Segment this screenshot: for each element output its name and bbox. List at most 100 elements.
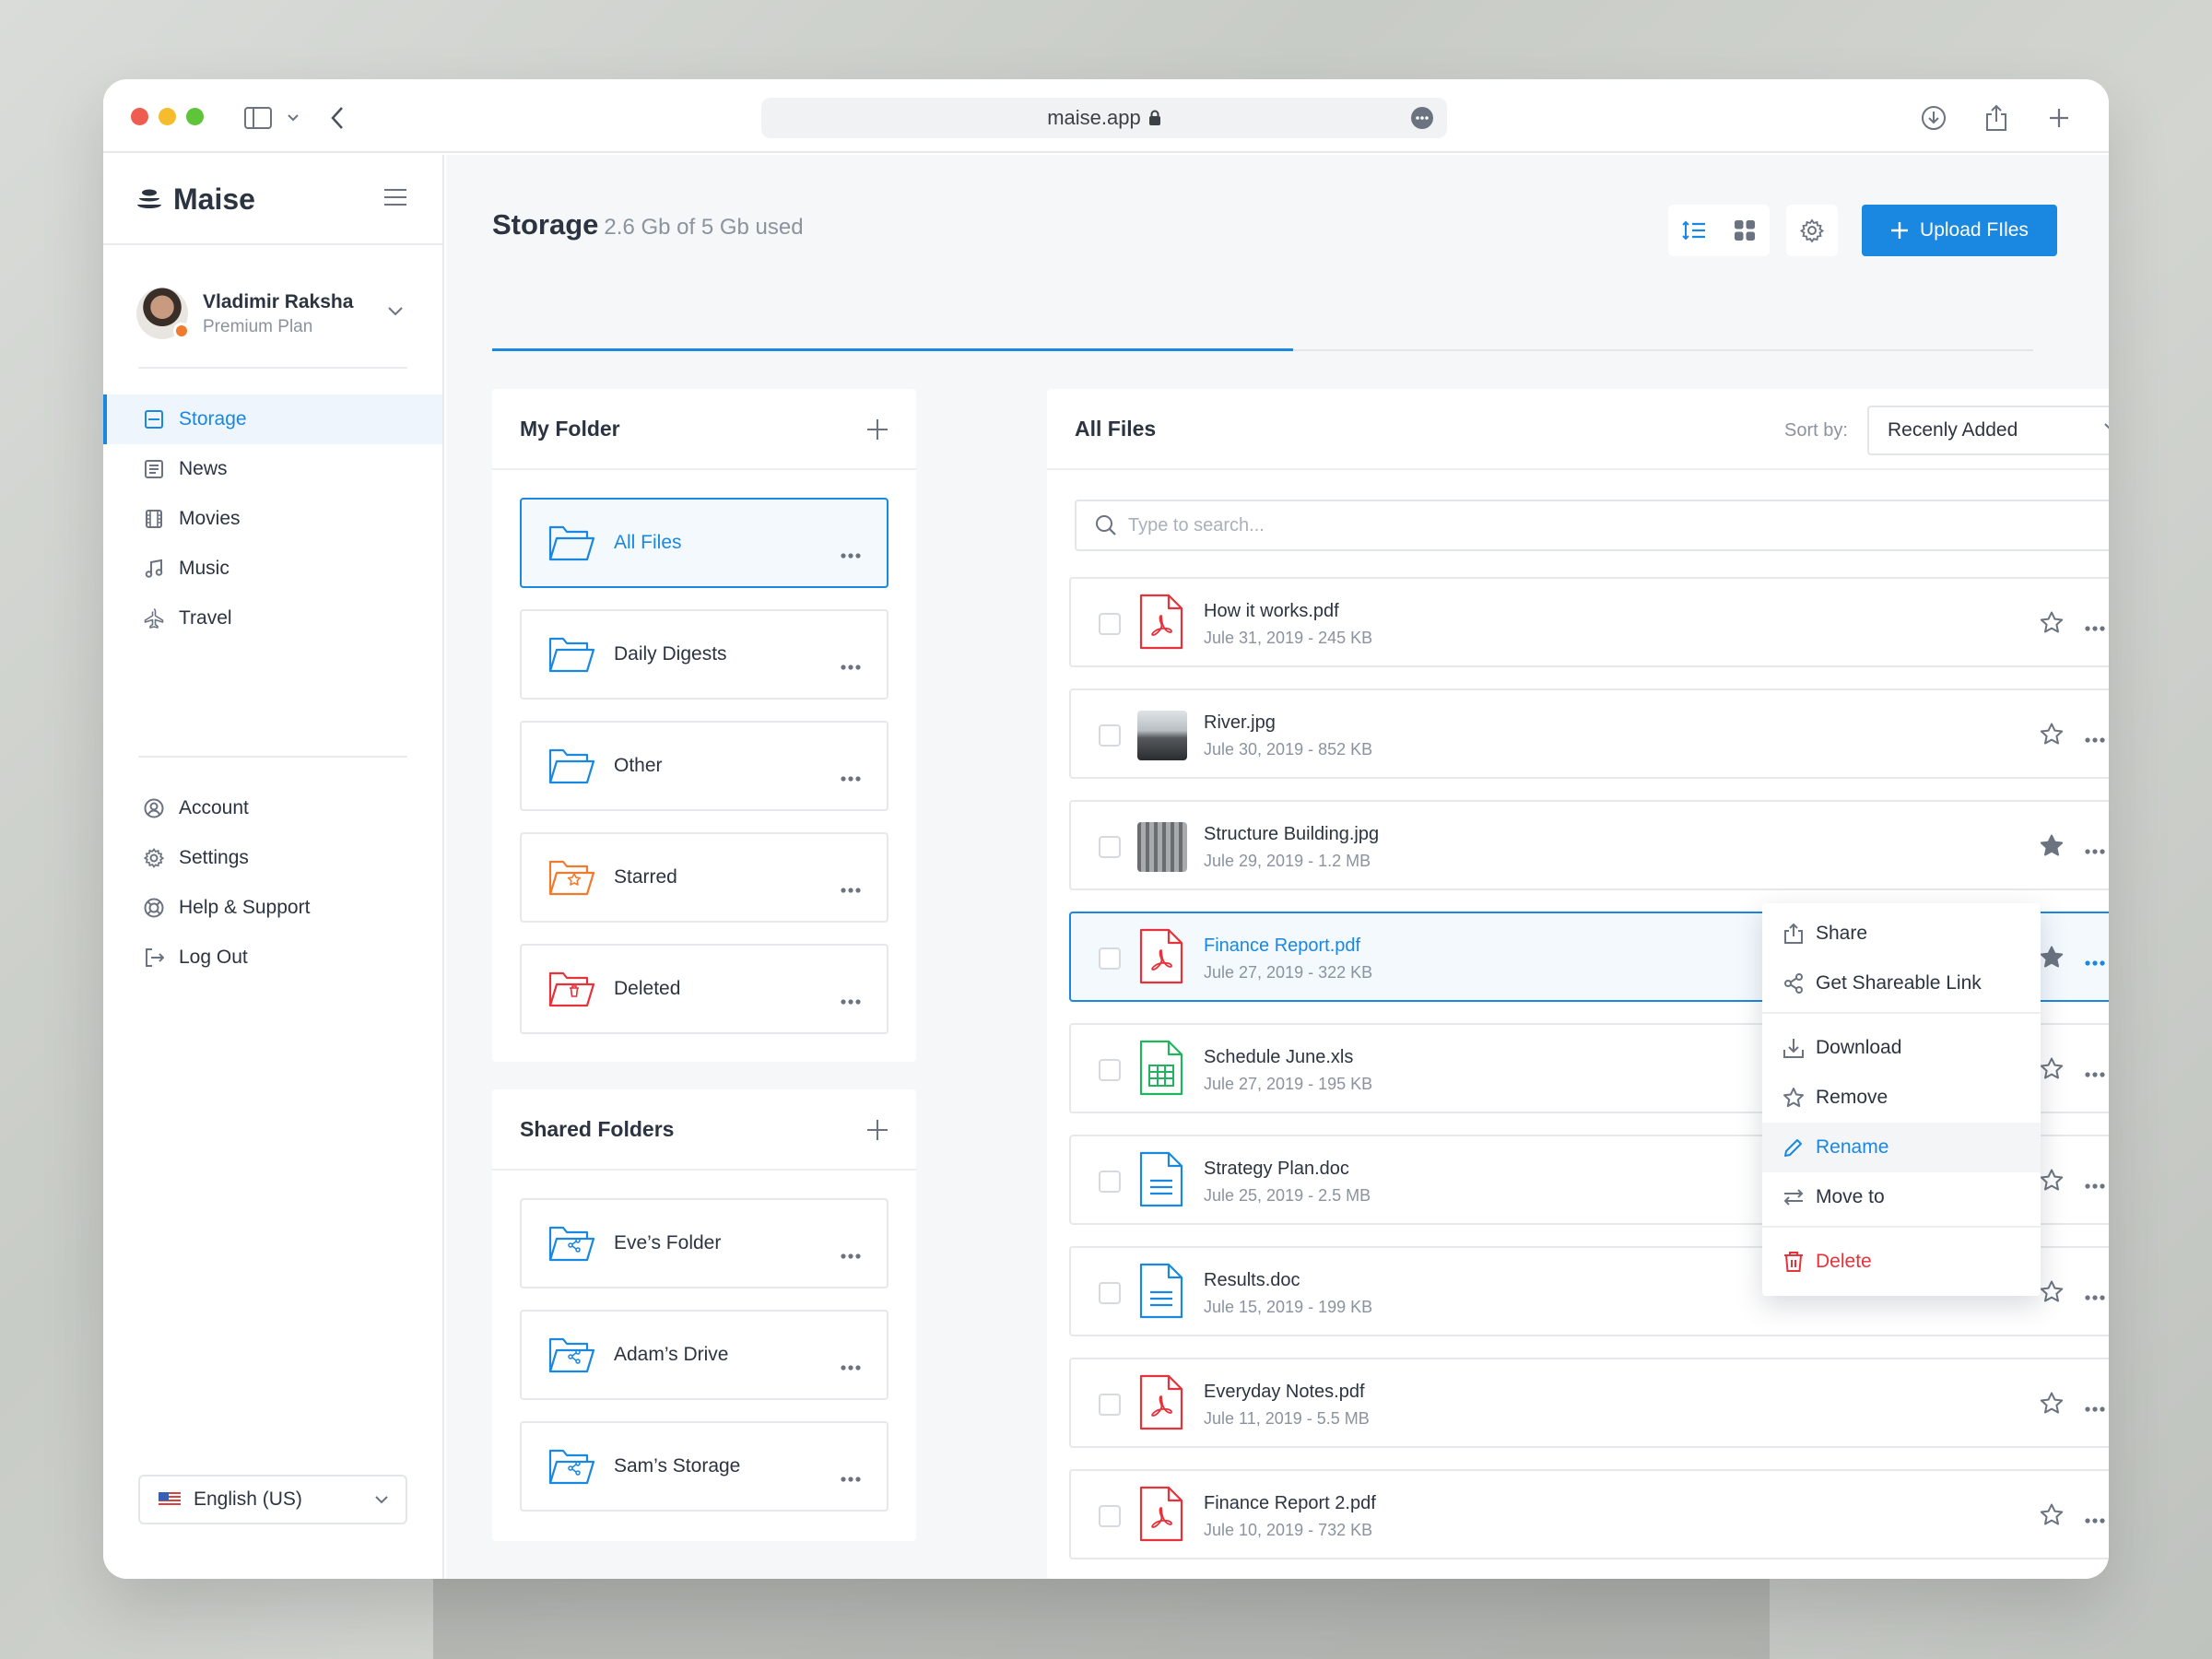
more-options-icon[interactable]: [2085, 842, 2105, 859]
back-icon[interactable]: [317, 98, 358, 138]
file-meta: Jule 10, 2019 - 732 KB: [1204, 1521, 1373, 1539]
star-icon[interactable]: [2039, 945, 2065, 975]
more-options-icon[interactable]: [841, 653, 861, 676]
share-icon[interactable]: [1976, 98, 2017, 138]
folder-label: Starred: [614, 866, 677, 888]
more-options-icon[interactable]: [2085, 619, 2105, 636]
add-shared-folder-icon[interactable]: [866, 1119, 888, 1141]
menu-icon[interactable]: [383, 188, 407, 211]
file-name: How it works.pdf: [1204, 601, 1339, 621]
more-options-icon[interactable]: [841, 765, 861, 787]
star-icon[interactable]: [2039, 833, 2065, 864]
sidebar-item-log-out[interactable]: Log Out: [103, 933, 442, 982]
more-options-icon[interactable]: [841, 1242, 861, 1265]
sidebar-item-account[interactable]: Account: [103, 783, 442, 833]
list-view-icon[interactable]: [1668, 220, 1719, 241]
lock-icon: [1148, 110, 1160, 125]
my-folder-panel: My Folder All Files Daily Digests Other Sta…: [492, 389, 916, 1062]
file-checkbox[interactable]: [1099, 1282, 1121, 1304]
more-options-icon[interactable]: [2085, 731, 2105, 747]
sidebar-item-travel[interactable]: Travel: [103, 594, 442, 643]
more-options-icon[interactable]: [2085, 1512, 2105, 1528]
trash-icon: [1784, 1252, 1803, 1272]
more-options-icon[interactable]: [841, 1465, 861, 1488]
folder-item[interactable]: Deleted: [520, 944, 888, 1034]
more-options-icon[interactable]: [2085, 1065, 2105, 1082]
menu-label-rename: Rename: [1816, 1136, 1889, 1158]
menu-item-move[interactable]: Move to: [1762, 1172, 2041, 1222]
upload-files-button[interactable]: Upload FIles: [1862, 205, 2057, 256]
download-icon[interactable]: [1913, 98, 1954, 138]
file-row[interactable]: Structure Building.jpg Jule 29, 2019 - 1.…: [1069, 800, 2109, 890]
settings-button[interactable]: [1786, 205, 1838, 256]
maximize-window-button[interactable]: [186, 108, 204, 125]
folder-item[interactable]: Eve’s Folder: [520, 1198, 888, 1288]
more-options-icon[interactable]: [841, 542, 861, 564]
new-tab-icon[interactable]: [2039, 98, 2079, 138]
file-checkbox[interactable]: [1099, 1171, 1121, 1193]
share-icon: [1784, 923, 1803, 944]
sort-select[interactable]: Recenly Added: [1867, 406, 2109, 455]
star-icon[interactable]: [2039, 1391, 2065, 1421]
address-bar[interactable]: maise.app: [761, 98, 1447, 138]
file-checkbox[interactable]: [1099, 613, 1121, 635]
chevron-down-icon[interactable]: [387, 306, 404, 317]
user-profile[interactable]: Vladimir Raksha Premium Plan: [136, 286, 413, 341]
star-icon[interactable]: [2039, 1502, 2065, 1533]
move-icon: [1783, 1189, 1804, 1206]
file-row[interactable]: How it works.pdf Jule 31, 2019 - 245 KB: [1069, 577, 2109, 667]
search-input[interactable]: [1128, 514, 1958, 536]
minimize-window-button[interactable]: [159, 108, 176, 125]
star-icon[interactable]: [2039, 610, 2065, 641]
star-icon[interactable]: [2039, 1168, 2065, 1198]
file-row[interactable]: Finance Report 2.pdf Jule 10, 2019 - 732 …: [1069, 1469, 2109, 1559]
file-checkbox[interactable]: [1099, 947, 1121, 970]
menu-label-download: Download: [1816, 1037, 1902, 1058]
sidebar-item-music[interactable]: Music: [103, 544, 442, 594]
menu-item-share[interactable]: Share: [1762, 909, 2041, 959]
folder-item[interactable]: Daily Digests: [520, 609, 888, 700]
more-options-icon[interactable]: [841, 988, 861, 1010]
file-name: Structure Building.jpg: [1204, 824, 1380, 844]
more-options-icon[interactable]: [2085, 954, 2105, 971]
folder-item[interactable]: Adam’s Drive: [520, 1310, 888, 1400]
add-folder-icon[interactable]: [866, 418, 888, 441]
file-checkbox[interactable]: [1099, 836, 1121, 858]
file-checkbox[interactable]: [1099, 1394, 1121, 1416]
sidebar-item-news[interactable]: News: [103, 444, 442, 494]
more-options-icon[interactable]: [1410, 106, 1434, 130]
close-window-button[interactable]: [131, 108, 148, 125]
menu-item-get-link[interactable]: Get Shareable Link: [1762, 959, 2041, 1008]
file-row[interactable]: River.jpg Jule 30, 2019 - 852 KB: [1069, 688, 2109, 779]
more-options-icon[interactable]: [2085, 1400, 2105, 1417]
file-checkbox[interactable]: [1099, 724, 1121, 747]
menu-item-delete[interactable]: Delete: [1762, 1237, 2041, 1287]
file-checkbox[interactable]: [1099, 1059, 1121, 1081]
grid-view-icon[interactable]: [1719, 219, 1770, 241]
app-logo[interactable]: Maise: [136, 182, 255, 217]
sidebar-item-help-support[interactable]: Help & Support: [103, 883, 442, 933]
file-checkbox[interactable]: [1099, 1505, 1121, 1527]
folder-item[interactable]: Starred: [520, 832, 888, 923]
file-row[interactable]: Everyday Notes.pdf Jule 11, 2019 - 5.5 MB: [1069, 1358, 2109, 1448]
language-selector[interactable]: English (US): [138, 1475, 407, 1524]
more-options-icon[interactable]: [2085, 1177, 2105, 1194]
star-icon[interactable]: [2039, 722, 2065, 752]
star-icon[interactable]: [2039, 1056, 2065, 1087]
sidebar-item-storage[interactable]: Storage: [103, 394, 442, 444]
folder-item[interactable]: Other: [520, 721, 888, 811]
more-options-icon[interactable]: [2085, 1288, 2105, 1305]
menu-item-download[interactable]: Download: [1762, 1023, 2041, 1073]
menu-item-rename[interactable]: Rename: [1762, 1123, 2041, 1172]
folder-item[interactable]: Sam’s Storage: [520, 1421, 888, 1512]
menu-item-remove[interactable]: Remove: [1762, 1073, 2041, 1123]
sidebar-item-movies[interactable]: Movies: [103, 494, 442, 544]
star-icon[interactable]: [2039, 1279, 2065, 1310]
more-options-icon[interactable]: [841, 1354, 861, 1376]
sort-value: Recenly Added: [1888, 419, 2018, 441]
folder-item[interactable]: All Files: [520, 498, 888, 588]
more-options-icon[interactable]: [841, 877, 861, 899]
chevron-down-icon[interactable]: [273, 98, 313, 138]
upload-label: Upload FIles: [1920, 219, 2029, 241]
sidebar-item-settings[interactable]: Settings: [103, 833, 442, 883]
